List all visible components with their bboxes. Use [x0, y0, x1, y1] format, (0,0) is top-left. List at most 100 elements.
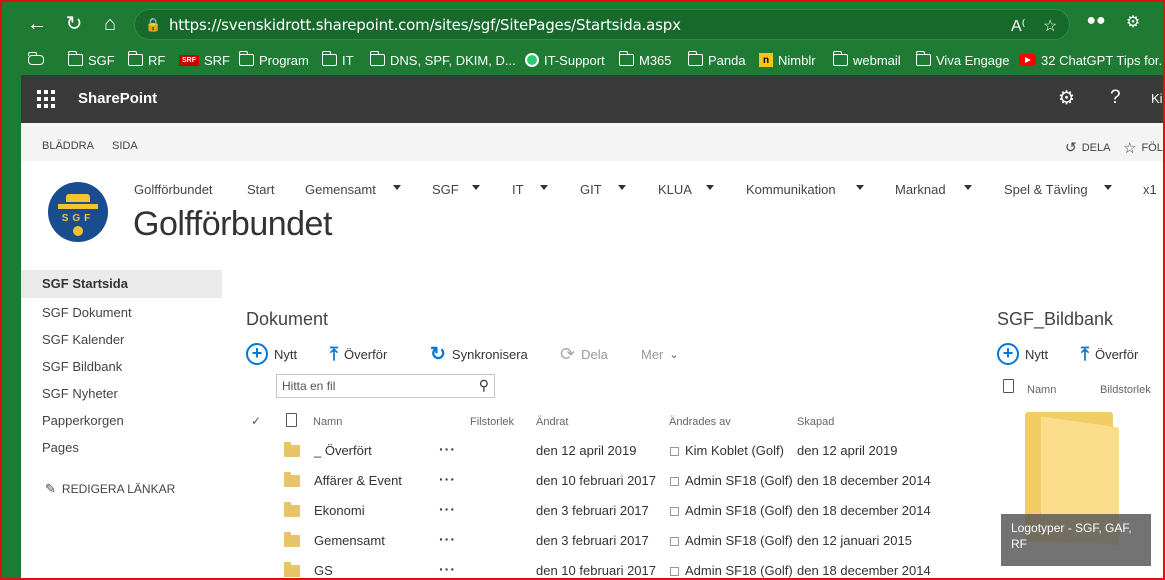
chevron-down-icon[interactable] — [964, 185, 972, 190]
tab-browse[interactable]: BLÄDDRA — [42, 140, 94, 152]
bildbank-new-button[interactable]: + Nytt — [997, 342, 1048, 366]
nav-it[interactable]: IT — [512, 182, 524, 197]
bookmark-chatgpt-tips[interactable]: 32 ChatGPT Tips for... — [1019, 50, 1165, 70]
column-header-changed-by[interactable]: Ändrades av — [669, 416, 731, 428]
extensions-icon[interactable]: ●● — [1083, 12, 1109, 36]
nav-sgf[interactable]: SGF — [432, 182, 459, 197]
row-changed-by[interactable]: Admin SF18 (Golf) — [685, 473, 793, 488]
favorite-star-icon[interactable]: ☆ — [1043, 16, 1057, 36]
table-row[interactable]: _ Överfört ··· den 12 april 2019 Kim Kob… — [222, 436, 962, 466]
leftnav-item-sgf-bildbank[interactable]: SGF Bildbank — [21, 353, 222, 381]
leftnav-item-sgf-startsida[interactable]: SGF Startsida — [21, 270, 222, 298]
bildbank-upload-button[interactable]: ⤒ Överför — [1081, 342, 1138, 366]
settings-gear-icon[interactable]: ⚙ — [1058, 87, 1075, 110]
edit-links-button[interactable]: ✎ REDIGERA LÄNKAR — [45, 481, 175, 497]
nav-marknad[interactable]: Marknad — [895, 182, 946, 197]
nav-start[interactable]: Start — [247, 182, 274, 197]
documents-title[interactable]: Dokument — [246, 309, 328, 330]
more-options-icon[interactable]: ··· — [439, 561, 456, 577]
row-changed-by[interactable]: Kim Koblet (Golf) — [685, 443, 784, 458]
row-name[interactable]: Ekonomi — [314, 503, 365, 518]
chevron-down-icon[interactable] — [472, 185, 480, 190]
upload-button[interactable]: ⤒ Överför — [330, 342, 387, 366]
bookmark-panda[interactable]: Panda — [687, 50, 746, 70]
user-initials[interactable]: Ki — [1151, 91, 1163, 106]
search-box[interactable]: ⚲ — [276, 374, 495, 398]
row-name[interactable]: Affärer & Event — [314, 473, 402, 488]
row-name[interactable]: _ Överfört — [314, 443, 372, 458]
bookmark-webmail[interactable]: webmail — [832, 50, 901, 70]
chevron-down-icon[interactable] — [856, 185, 864, 190]
url-text[interactable]: https://svenskidrott.sharepoint.com/site… — [169, 16, 681, 34]
leftnav-item-sgf-dokument[interactable]: SGF Dokument — [21, 299, 222, 327]
bookmark-it-support[interactable]: IT-Support — [525, 50, 605, 70]
more-options-icon[interactable]: ··· — [439, 471, 456, 487]
app-name[interactable]: SharePoint — [78, 90, 157, 107]
bookmark-rf[interactable]: RF — [127, 50, 165, 70]
row-changed-by[interactable]: Admin SF18 (Golf) — [685, 533, 793, 548]
app-launcher-icon[interactable] — [37, 90, 55, 108]
address-bar[interactable]: 🔒 https://svenskidrott.sharepoint.com/si… — [134, 9, 1070, 40]
row-changed-by[interactable]: Admin SF18 (Golf) — [685, 563, 793, 578]
nav-golfforbundet[interactable]: Golfförbundet — [134, 182, 213, 197]
chevron-down-icon[interactable] — [618, 185, 626, 190]
bildbank-column-size[interactable]: Bildstorlek — [1100, 384, 1151, 396]
column-header-size[interactable]: Filstorlek — [470, 416, 514, 428]
site-logo[interactable]: SGF — [48, 182, 108, 242]
bookmark-nimblr[interactable]: n Nimblr — [759, 50, 816, 70]
chevron-down-icon[interactable] — [1104, 185, 1112, 190]
read-aloud-icon[interactable]: A⁽ — [1011, 16, 1026, 36]
nav-git[interactable]: GIT — [580, 182, 602, 197]
search-icon[interactable]: ⚲ — [479, 377, 489, 394]
bildbank-column-name[interactable]: Namn — [1027, 384, 1056, 396]
nav-x1[interactable]: x1 — [1143, 182, 1157, 197]
more-options-icon[interactable]: ··· — [439, 531, 456, 547]
site-title[interactable]: Golfförbundet — [133, 205, 332, 244]
home-icon[interactable]: ⌂ — [98, 12, 122, 36]
share-button[interactable]: ⟳ Dela — [560, 342, 608, 366]
nav-klua[interactable]: KLUA — [658, 182, 692, 197]
tile-caption[interactable]: Logotyper - SGF, GAF, RF — [1001, 514, 1151, 566]
bookmark-m365[interactable]: M365 — [618, 50, 672, 70]
chevron-down-icon[interactable] — [393, 185, 401, 190]
row-name[interactable]: GS — [314, 563, 333, 578]
nav-spel-tavling[interactable]: Spel & Tävling — [1004, 182, 1088, 197]
puzzle-icon[interactable]: ⚙ — [1120, 12, 1146, 36]
more-options-icon[interactable]: ··· — [439, 441, 456, 457]
leftnav-item-sgf-nyheter[interactable]: SGF Nyheter — [21, 380, 222, 408]
refresh-icon[interactable]: ↻ — [62, 12, 86, 36]
bookmark-menu-icon[interactable] — [27, 50, 44, 70]
row-name[interactable]: Gemensamt — [314, 533, 385, 548]
table-row[interactable]: GS ··· den 10 februari 2017 Admin SF18 (… — [222, 556, 962, 578]
more-button[interactable]: Mer ⌄ — [641, 342, 679, 366]
bookmark-it[interactable]: IT — [321, 50, 354, 70]
chevron-down-icon[interactable] — [706, 185, 714, 190]
chevron-down-icon[interactable] — [540, 185, 548, 190]
leftnav-item-pages[interactable]: Pages — [21, 434, 222, 462]
table-row[interactable]: Ekonomi ··· den 3 februari 2017 Admin SF… — [222, 496, 962, 526]
bookmark-viva-engage[interactable]: Viva Engage — [915, 50, 1010, 70]
sync-button[interactable]: ↻ Synkronisera — [430, 342, 528, 366]
bookmark-dns[interactable]: DNS, SPF, DKIM, D... — [369, 50, 516, 70]
column-header-changed[interactable]: Ändrat — [536, 416, 568, 428]
bookmark-srf[interactable]: SRF SRF — [179, 50, 230, 70]
search-input[interactable] — [282, 378, 472, 394]
bookmark-program[interactable]: Program — [238, 50, 309, 70]
nav-kommunikation[interactable]: Kommunikation — [746, 182, 836, 197]
lock-icon[interactable]: 🔒 — [145, 17, 161, 33]
nav-gemensamt[interactable]: Gemensamt — [305, 182, 376, 197]
leftnav-item-papperkorgen[interactable]: Papperkorgen — [21, 407, 222, 435]
row-changed-by[interactable]: Admin SF18 (Golf) — [685, 503, 793, 518]
leftnav-item-sgf-kalender[interactable]: SGF Kalender — [21, 326, 222, 354]
column-header-name[interactable]: Namn — [313, 416, 342, 428]
back-icon[interactable]: ← — [25, 12, 49, 36]
table-row[interactable]: Gemensamt ··· den 3 februari 2017 Admin … — [222, 526, 962, 556]
bookmark-sgf[interactable]: SGF — [67, 50, 115, 70]
bildbank-folder-tile[interactable]: Logotyper - SGF, GAF, RF — [1001, 408, 1151, 566]
share-button[interactable]: ↺ DELA — [1065, 139, 1110, 156]
column-header-created[interactable]: Skapad — [797, 416, 834, 428]
more-options-icon[interactable]: ··· — [439, 501, 456, 517]
tab-page[interactable]: SIDA — [112, 140, 138, 152]
help-icon[interactable]: ? — [1110, 87, 1121, 109]
select-all-checkmark-icon[interactable]: ✓ — [251, 414, 261, 428]
